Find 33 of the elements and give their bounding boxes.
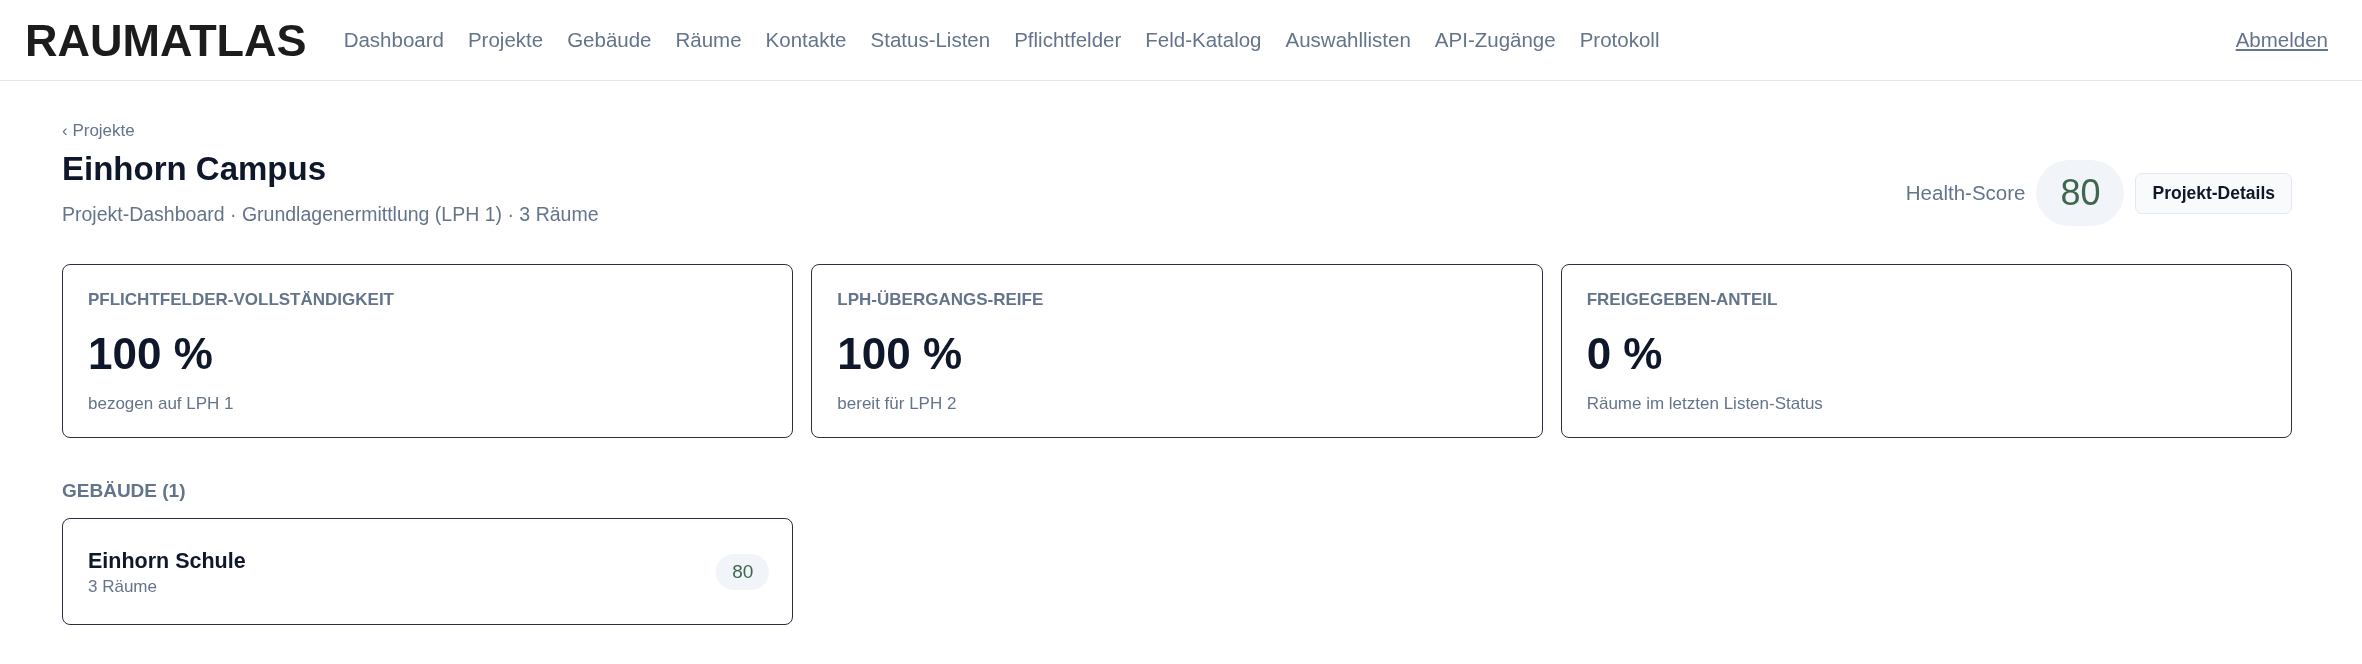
metric-note: bezogen auf LPH 1 [88,394,234,414]
page-subtitle: Projekt-Dashboard · Grundlagenermittlung (LPH 1) · 3 Räume [62,202,599,226]
nav-link[interactable]: Auswahllisten [1285,27,1411,53]
health-score-label: Health-Score [1905,180,2026,206]
nav-link[interactable]: Feld-Katalog [1145,27,1262,53]
page-title: Einhorn Campus [62,149,327,189]
logout-link[interactable]: Abmelden [2235,27,2328,53]
nav-link[interactable]: Pflichtfelder [1014,27,1122,53]
metric-value: 100 % [88,328,213,380]
metric-value: 0 % [1586,328,1663,380]
nav-link[interactable]: Gebäude [567,27,652,53]
metric-label: LPH-ÜBERGANGS-REIFE [837,290,1044,310]
breadcrumb-link[interactable]: ‹ Projekte [62,121,135,141]
nav-link[interactable]: Räume [675,27,742,53]
building-card[interactable]: Einhorn Schule 3 Räume 80 [62,518,794,625]
metric-note: Räume im letzten Listen-Status [1586,394,1823,414]
health-score-badge: 80 [2036,160,2125,226]
metric-label: PFLICHTFELDER-VOLLSTÄNDIGKEIT [88,290,394,310]
metric-value: 100 % [837,328,963,380]
nav-link[interactable]: Protokoll [1579,27,1660,53]
logo: RAUMATLAS [25,17,307,63]
nav-link[interactable]: Dashboard [343,27,444,53]
building-name: Einhorn Schule [88,548,246,574]
score-badge: 80 [716,553,770,590]
nav-link[interactable]: Kontakte [765,27,847,53]
section-heading: GEBÄUDE (1) [62,479,187,503]
nav-link[interactable]: Status-Listen [870,27,991,53]
project-details-button[interactable]: Projekt-Details [2135,172,2292,214]
nav-link[interactable]: API-Zugänge [1434,27,1556,53]
metric-label: FREIGEGEBEN-ANTEIL [1586,290,1778,310]
room-count: 3 Räume [88,577,157,597]
nav-link[interactable]: Projekte [467,27,544,53]
metric-note: bereit für LPH 2 [837,394,957,414]
